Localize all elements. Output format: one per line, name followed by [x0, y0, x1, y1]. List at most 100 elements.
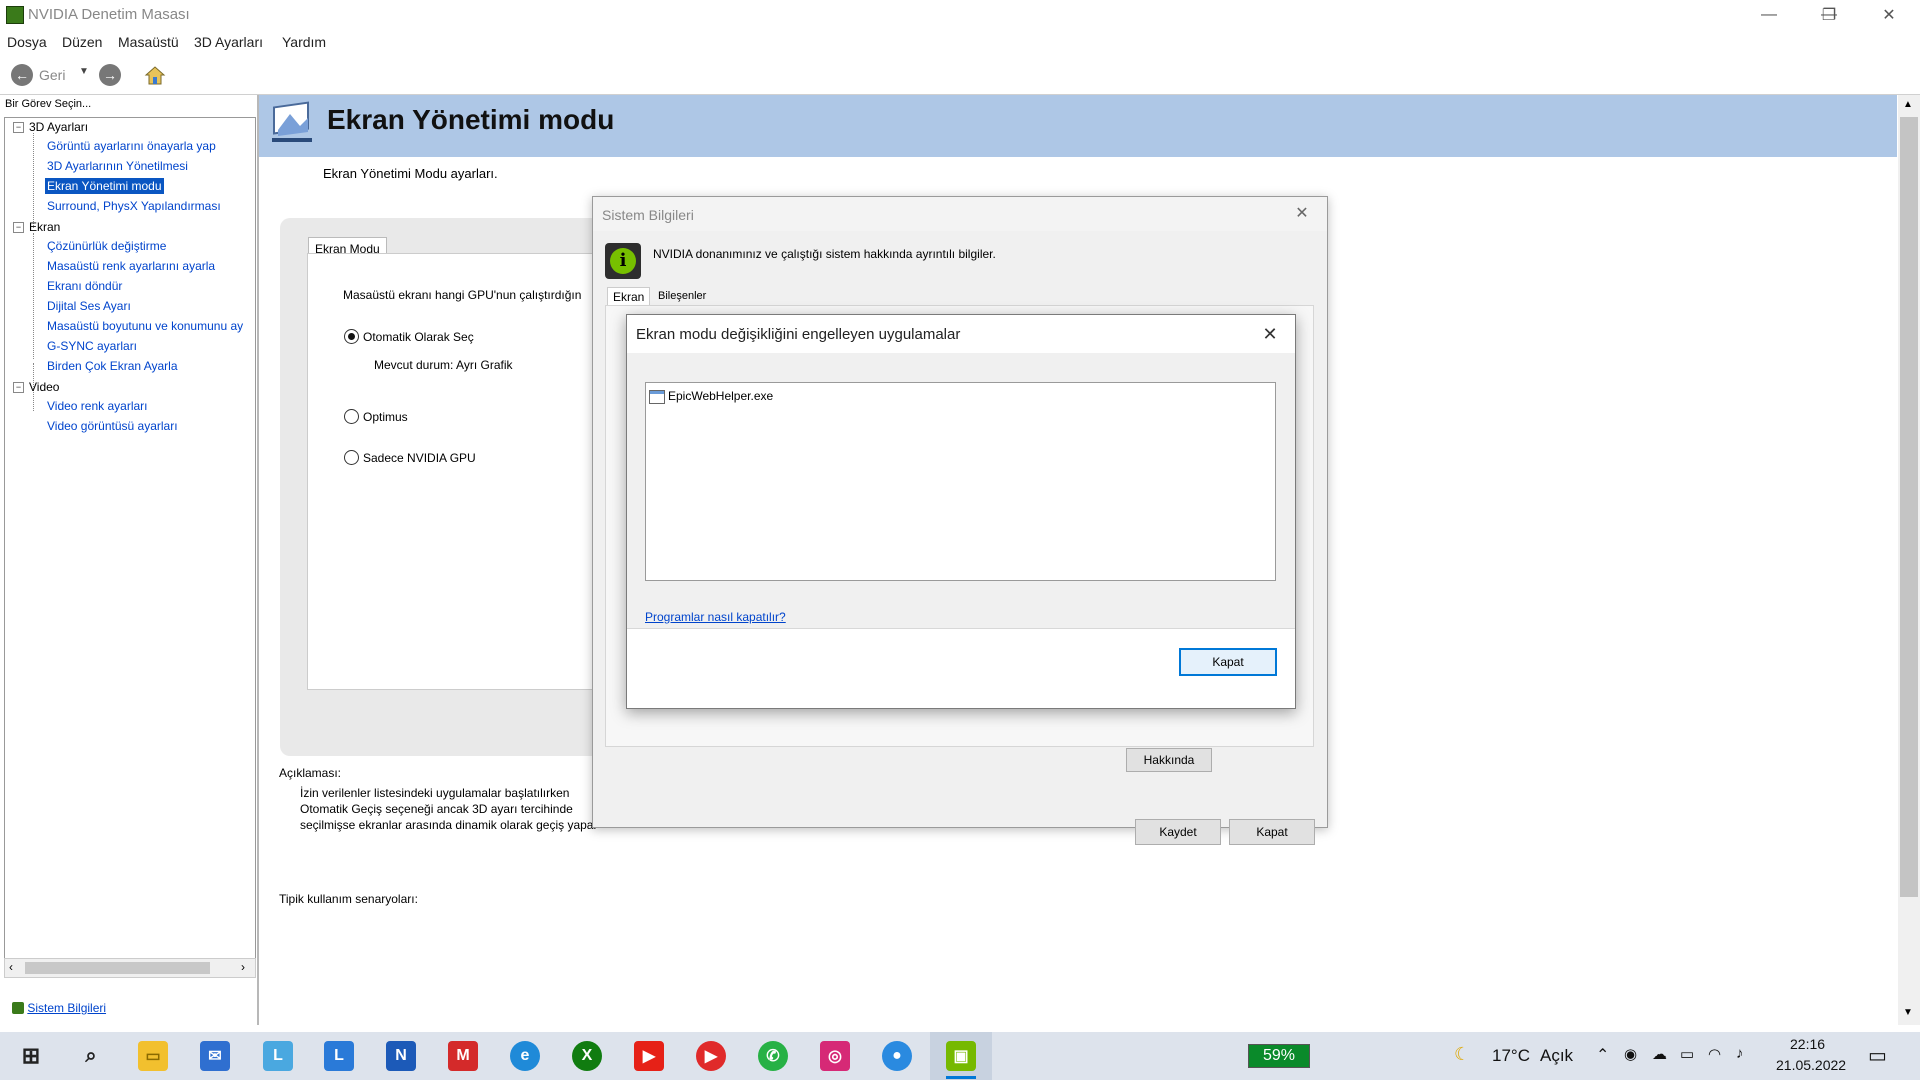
- description-heading: Açıklaması:: [279, 766, 342, 780]
- display-settings-icon: [270, 100, 316, 146]
- volume-icon[interactable]: ♪: [1736, 1045, 1744, 1062]
- clock-date[interactable]: 21.05.2022: [1776, 1057, 1846, 1073]
- tree-item-cozunurluk[interactable]: Çözünürlük değiştirme: [47, 239, 166, 253]
- history-dropdown-icon[interactable]: ▼: [79, 66, 89, 77]
- nvidia-taskbar-icon[interactable]: ▣: [946, 1041, 976, 1071]
- app-l-icon[interactable]: L: [324, 1041, 354, 1071]
- menu-yardim[interactable]: Yardım: [282, 34, 326, 50]
- tray-chevron-icon[interactable]: ⌃: [1596, 1045, 1609, 1065]
- menu-duzen[interactable]: Düzen: [62, 34, 102, 50]
- tree-item-dijital-ses[interactable]: Dijital Ses Ayarı: [47, 299, 131, 313]
- blocking-apps-list[interactable]: EpicWebHelper.exe: [645, 382, 1276, 581]
- app-n-icon[interactable]: N: [386, 1041, 416, 1071]
- tree-item-renk-ayarla[interactable]: Masaüstü renk ayarlarını ayarla: [47, 259, 215, 273]
- tree-item-ekrani-dondur[interactable]: Ekranı döndür: [47, 279, 122, 293]
- clock-time[interactable]: 22:16: [1790, 1036, 1825, 1052]
- back-arrow-icon[interactable]: ←: [11, 64, 33, 86]
- system-info-footer: Sistem Bilgileri: [12, 1000, 106, 1015]
- youtube-music-icon[interactable]: ▶: [696, 1041, 726, 1071]
- battery-icon[interactable]: ▭: [1680, 1045, 1694, 1063]
- radio-otomatik[interactable]: [344, 329, 359, 344]
- system-info-close-icon[interactable]: ✕: [1287, 202, 1317, 226]
- menu-bar: Dosya Düzen Masaüstü 3D Ayarları Yardım: [0, 30, 1920, 54]
- scroll-down-icon[interactable]: ▼: [1903, 1007, 1913, 1018]
- tree-item-ekran-yonetimi[interactable]: Ekran Yönetimi modu: [45, 178, 164, 194]
- content-vertical-scrollbar[interactable]: ▲ ▼: [1898, 95, 1920, 1025]
- tree-item-coklu-ekran[interactable]: Birden Çok Ekran Ayarla: [47, 359, 178, 373]
- scroll-thumb[interactable]: [25, 962, 210, 974]
- moon-weather-icon[interactable]: ☾: [1454, 1044, 1470, 1065]
- tree-item-3d-yonetim[interactable]: 3D Ayarlarının Yönetilmesi: [47, 159, 188, 173]
- xbox-icon[interactable]: X: [572, 1041, 602, 1071]
- option-optimus-label[interactable]: Optimus: [363, 410, 408, 424]
- mcafee-icon[interactable]: M: [448, 1041, 478, 1071]
- edge-browser-icon[interactable]: e: [510, 1041, 540, 1071]
- forward-arrow-icon[interactable]: →: [99, 64, 121, 86]
- blocking-apps-close-icon[interactable]: ✕: [1253, 321, 1287, 347]
- radio-nvidia-gpu[interactable]: [344, 450, 359, 465]
- notification-center-icon[interactable]: ▭: [1868, 1043, 1887, 1068]
- tree-item-video-renk[interactable]: Video renk ayarları: [47, 399, 148, 413]
- expander-video[interactable]: −: [13, 382, 24, 393]
- menu-3d-ayarlari[interactable]: 3D Ayarları: [194, 34, 263, 50]
- weather-description[interactable]: Açık: [1540, 1046, 1573, 1066]
- tree-item-goruntu-onayar[interactable]: Görüntü ayarlarını önayarla yap: [47, 139, 216, 153]
- system-info-link[interactable]: Sistem Bilgileri: [27, 1001, 106, 1015]
- camera-tray-icon[interactable]: ◉: [1624, 1045, 1637, 1063]
- how-to-close-programs-link[interactable]: Programlar nasıl kapatılır?: [645, 610, 786, 624]
- list-item[interactable]: EpicWebHelper.exe: [646, 383, 1275, 409]
- scroll-right-icon[interactable]: ›: [241, 960, 245, 974]
- option-otomatik-label[interactable]: Otomatik Olarak Seç: [363, 330, 474, 344]
- app-l-light-icon[interactable]: L: [263, 1041, 293, 1071]
- minimize-button[interactable]: —: [1746, 0, 1792, 30]
- home-icon[interactable]: [143, 63, 167, 87]
- wifi-icon[interactable]: ◠: [1708, 1045, 1721, 1063]
- menu-dosya[interactable]: Dosya: [7, 34, 47, 50]
- expander-ekran[interactable]: −: [13, 222, 24, 233]
- lightbulb-app-icon[interactable]: ●: [882, 1041, 912, 1071]
- save-button[interactable]: Kaydet: [1135, 819, 1221, 845]
- tree-item-surround[interactable]: Surround, PhysX Yapılandırması: [47, 199, 221, 213]
- expander-3d-ayarlari[interactable]: −: [13, 122, 24, 133]
- scroll-thumb[interactable]: [1900, 117, 1918, 897]
- radio-optimus[interactable]: [344, 409, 359, 424]
- instagram-icon[interactable]: ◎: [820, 1041, 850, 1071]
- mail-icon[interactable]: ✉: [200, 1041, 230, 1071]
- battery-percentage-widget[interactable]: 59%: [1248, 1044, 1310, 1068]
- weather-temperature[interactable]: 17°C: [1492, 1046, 1530, 1066]
- youtube-icon[interactable]: ▶: [634, 1041, 664, 1071]
- tree-item-video-goruntu[interactable]: Video görüntüsü ayarları: [47, 419, 178, 433]
- app-name: EpicWebHelper.exe: [668, 389, 774, 403]
- tab-ekran[interactable]: Ekran: [607, 287, 651, 306]
- blocking-apps-dialog-title: Ekran modu değişikliğini engelleyen uygu…: [636, 326, 961, 343]
- onedrive-icon[interactable]: ☁: [1652, 1045, 1667, 1063]
- tree-item-gsync[interactable]: G-SYNC ayarları: [47, 339, 137, 353]
- tree-category-ekran[interactable]: Ekran: [29, 220, 60, 234]
- tree-item-masaustu-boyutu[interactable]: Masaüstü boyutunu ve konumunu ay: [47, 319, 243, 333]
- system-info-dialog-title: Sistem Bilgileri: [602, 207, 694, 223]
- tree-category-video[interactable]: Video: [29, 380, 59, 394]
- blocking-apps-close-button[interactable]: Kapat: [1179, 648, 1277, 676]
- nvidia-app-icon: [6, 6, 24, 24]
- option-nvidia-gpu-label[interactable]: Sadece NVIDIA GPU: [363, 451, 476, 465]
- blocking-apps-footer: Kapat: [627, 629, 1295, 708]
- windows-start-icon[interactable]: ⊞: [16, 1041, 46, 1071]
- close-window-button[interactable]: ✕: [1866, 0, 1912, 30]
- tree-category-3d[interactable]: 3D Ayarları: [29, 120, 88, 134]
- settings-tab-panel: Masaüstü ekranı hangi GPU'nun çalıştırdı…: [307, 253, 609, 690]
- active-indicator: [946, 1076, 976, 1079]
- restore-button[interactable]: ❐: [1806, 0, 1852, 30]
- about-button[interactable]: Hakkında: [1126, 748, 1212, 772]
- search-icon[interactable]: ⌕: [76, 1041, 106, 1071]
- system-info-close-button[interactable]: Kapat: [1229, 819, 1315, 845]
- tree-horizontal-scrollbar[interactable]: ‹ ›: [4, 958, 256, 978]
- tab-bilesenler[interactable]: Bileşenler: [653, 289, 711, 303]
- menu-masaustu[interactable]: Masaüstü: [118, 34, 179, 50]
- title-bar: NVIDIA Denetim Masası —: [0, 0, 1920, 30]
- back-label[interactable]: Geri: [39, 67, 65, 83]
- whatsapp-icon[interactable]: ✆: [758, 1041, 788, 1071]
- file-explorer-icon[interactable]: ▭: [138, 1041, 168, 1071]
- scroll-up-icon[interactable]: ▲: [1903, 99, 1913, 110]
- scroll-left-icon[interactable]: ‹: [9, 960, 13, 974]
- toolbar: ← Geri ▼ →: [0, 56, 1920, 95]
